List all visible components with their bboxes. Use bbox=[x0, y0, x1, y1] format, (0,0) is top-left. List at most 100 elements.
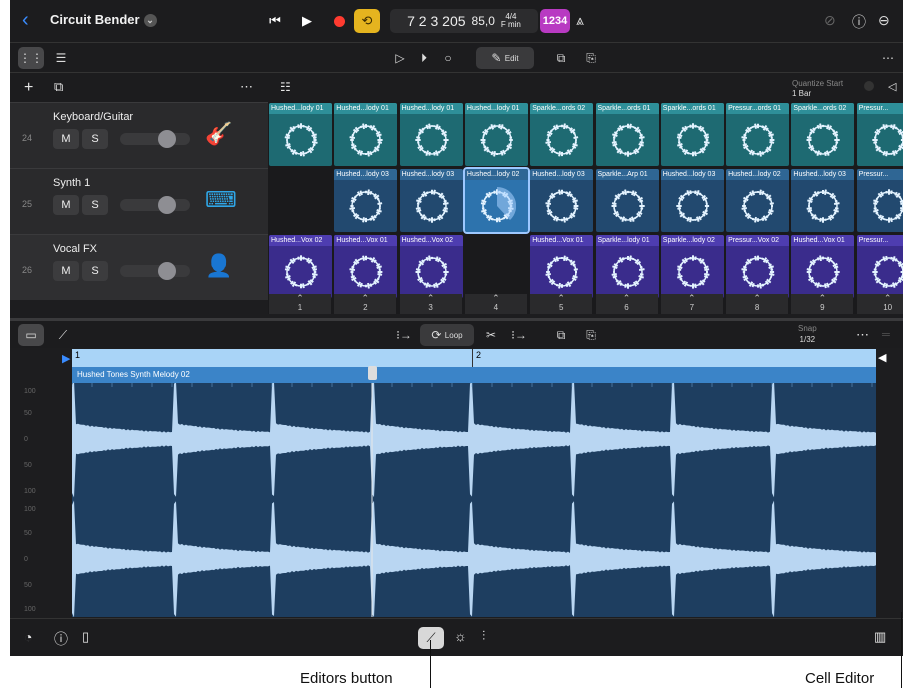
region-view-icon[interactable]: ▭ bbox=[18, 324, 44, 346]
playhead-handle[interactable] bbox=[368, 366, 377, 380]
trim-end-icon[interactable]: ⁝→ bbox=[508, 324, 530, 346]
scene-trigger[interactable]: ⌃ 7 bbox=[659, 294, 723, 314]
record-button[interactable] bbox=[326, 9, 352, 33]
duplicate-track-icon[interactable]: ⧉ bbox=[54, 79, 63, 95]
quantize-start[interactable]: Quantize Start 1 Bar bbox=[792, 79, 843, 99]
live-loop-cell[interactable]: Hushed...lody 03 bbox=[791, 169, 855, 232]
live-loop-cell[interactable]: Sparkle...Arp 01 bbox=[595, 169, 659, 232]
scene-trigger[interactable]: ⌃ 6 bbox=[594, 294, 658, 314]
library-icon[interactable]: ▯ bbox=[82, 629, 89, 645]
live-loop-cell[interactable]: Pressur... bbox=[856, 103, 903, 166]
chevron-left-icon[interactable]: ‹ bbox=[22, 10, 29, 30]
copy-region-icon[interactable]: ⧉ bbox=[550, 324, 572, 346]
live-loop-cell[interactable]: Sparkle...ords 02 bbox=[791, 103, 855, 166]
solo-button[interactable]: S bbox=[82, 261, 108, 281]
track-row[interactable]: 26 Vocal FX M S 👤 bbox=[10, 234, 268, 300]
scene-trigger-icon[interactable]: ◁ bbox=[888, 80, 896, 93]
scene-list-icon[interactable]: ☷ bbox=[280, 80, 291, 94]
waveform-editor[interactable] bbox=[71, 380, 876, 618]
stop-cell-icon[interactable]: ○ bbox=[438, 47, 458, 69]
paste-icon[interactable]: ⎘ bbox=[580, 47, 602, 69]
scene-trigger[interactable]: ⌃ 4 bbox=[463, 294, 527, 314]
region-end-marker-icon[interactable]: ◀ bbox=[878, 351, 886, 364]
live-loop-cell[interactable]: Hushed...lody 01 bbox=[399, 103, 463, 166]
ruler[interactable]: 1 2 bbox=[72, 349, 876, 367]
volume-knob[interactable] bbox=[158, 262, 176, 280]
project-name[interactable]: Circuit Bender ⌄ bbox=[50, 12, 157, 28]
track-more-icon[interactable]: ⋯ bbox=[240, 79, 253, 95]
automation-icon[interactable]: ⟋ bbox=[50, 324, 76, 346]
volume-knob[interactable] bbox=[158, 130, 176, 148]
live-loop-cell[interactable]: Hushed...lody 01 bbox=[464, 103, 528, 166]
mute-button[interactable]: M bbox=[53, 195, 79, 215]
metronome-icon[interactable]: ⩓ bbox=[576, 12, 584, 29]
live-loop-cell[interactable]: Sparkle...ords 01 bbox=[595, 103, 659, 166]
lcd-display[interactable]: 7 2 3 205 85,0 4/4 F min bbox=[390, 9, 538, 33]
track-row[interactable]: 25 Synth 1 M S ⌨ bbox=[10, 168, 268, 234]
live-loop-cell[interactable]: Hushed...Vox 01 bbox=[334, 235, 398, 298]
volume-slider[interactable] bbox=[120, 262, 190, 280]
go-to-beginning-button[interactable]: ⏮ bbox=[262, 9, 288, 33]
mixer-gauge-icon[interactable]: ◔ bbox=[24, 629, 32, 645]
play-from-icon[interactable]: ⏵ bbox=[414, 47, 434, 69]
live-loop-cell[interactable]: Hushed...Vox 01 bbox=[530, 235, 594, 298]
live-loop-cell[interactable]: Hushed...Vox 02 bbox=[269, 235, 332, 298]
tracks-view-icon[interactable]: ☰ bbox=[48, 47, 74, 69]
editor-more-icon[interactable]: ⋯ bbox=[856, 327, 869, 343]
editors-button[interactable]: ⟋ bbox=[418, 627, 444, 649]
region-header[interactable]: Hushed Tones Synth Melody 02 bbox=[72, 367, 876, 383]
live-loop-cell[interactable]: Pressur...ords 01 bbox=[726, 103, 790, 166]
live-loop-cell[interactable]: Hushed...lody 01 bbox=[334, 103, 398, 166]
play-button[interactable]: ▶ bbox=[294, 9, 320, 33]
keyboard-icon[interactable]: ▥ bbox=[874, 629, 886, 645]
scene-trigger[interactable]: ⌃ 5 bbox=[529, 294, 593, 314]
volume-slider[interactable] bbox=[120, 130, 190, 148]
live-loop-cell[interactable]: Pressur... bbox=[856, 235, 903, 298]
solo-button[interactable]: S bbox=[82, 195, 108, 215]
count-in-button[interactable]: 1234 bbox=[540, 9, 570, 33]
fx-plugin-icon[interactable]: ☼ bbox=[454, 628, 467, 644]
live-loop-cell[interactable]: Hushed...lody 03 bbox=[399, 169, 463, 232]
scene-trigger[interactable]: ⌃ 9 bbox=[790, 294, 854, 314]
live-loop-cell[interactable]: Hushed...lody 02 bbox=[462, 167, 530, 234]
cycle-button[interactable]: ⟲ bbox=[354, 9, 380, 33]
mute-button[interactable]: M bbox=[53, 261, 79, 281]
scene-trigger[interactable]: ⌃ 2 bbox=[333, 294, 397, 314]
live-loops-grid-icon[interactable]: ⋮⋮ bbox=[18, 47, 44, 69]
info-icon[interactable]: ⓘ bbox=[54, 629, 68, 649]
more-options-icon[interactable]: ⋯ bbox=[878, 47, 898, 69]
paste-region-icon[interactable]: ⎘ bbox=[580, 324, 602, 346]
live-loop-cell[interactable]: Pressur...Vox 02 bbox=[726, 235, 790, 298]
solo-button[interactable]: S bbox=[82, 129, 108, 149]
quantize-toggle-icon[interactable] bbox=[864, 81, 874, 91]
live-loop-cell[interactable]: Hushed...Vox 02 bbox=[399, 235, 463, 298]
scene-trigger[interactable]: ⌃ 3 bbox=[398, 294, 462, 314]
split-icon[interactable]: ✂ bbox=[480, 324, 502, 346]
snap-setting[interactable]: Snap 1/32 bbox=[798, 323, 817, 345]
live-loop-cell[interactable]: Hushed...Vox 01 bbox=[791, 235, 855, 298]
mute-button[interactable]: M bbox=[53, 129, 79, 149]
play-cell-icon[interactable]: ▷ bbox=[390, 47, 410, 69]
more-icon[interactable]: ⊖ bbox=[878, 12, 890, 29]
track-row[interactable]: 24 Keyboard/Guitar M S 🎸 bbox=[10, 102, 268, 168]
add-track-icon[interactable]: + bbox=[24, 79, 33, 97]
live-loop-cell[interactable]: Sparkle...ords 01 bbox=[660, 103, 724, 166]
playhead-start-icon[interactable]: ▶ bbox=[62, 352, 70, 365]
live-loop-cell[interactable]: Hushed...lody 02 bbox=[726, 169, 790, 232]
scene-trigger[interactable]: ⌃ 1 bbox=[268, 294, 331, 314]
live-loop-cell[interactable]: Sparkle...lody 02 bbox=[660, 235, 724, 298]
live-loop-cell[interactable]: Sparkle...lody 01 bbox=[595, 235, 659, 298]
live-loop-cell[interactable]: Pressur... bbox=[856, 169, 903, 232]
live-loop-cell[interactable]: Sparkle...ords 02 bbox=[530, 103, 594, 166]
resize-handle-icon[interactable]: ═ bbox=[882, 329, 890, 341]
loop-button[interactable]: ⟳ Loop bbox=[420, 324, 474, 346]
scene-trigger[interactable]: ⌃ 8 bbox=[725, 294, 789, 314]
copy-icon[interactable]: ⧉ bbox=[550, 47, 572, 69]
live-loop-cell[interactable]: Hushed...lody 03 bbox=[530, 169, 594, 232]
chevron-down-icon[interactable]: ⌄ bbox=[143, 14, 157, 28]
help-icon[interactable]: ⓘ bbox=[852, 12, 866, 32]
scene-trigger[interactable]: ⌃ 10 bbox=[855, 294, 903, 314]
volume-slider[interactable] bbox=[120, 196, 190, 214]
edit-mode-button[interactable]: ✎ Edit bbox=[476, 47, 534, 69]
mixer-faders-icon[interactable]: ⫶ bbox=[482, 628, 485, 644]
